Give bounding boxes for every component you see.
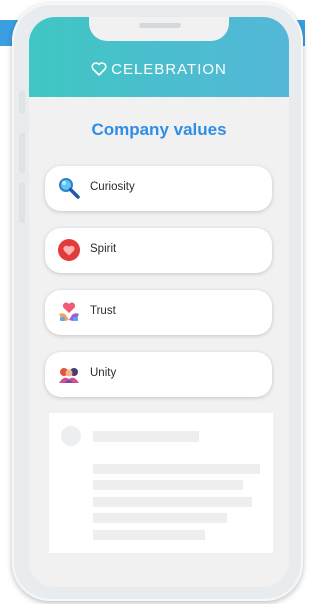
magnifier-icon [59,178,80,199]
value-card-trust[interactable]: Trust [45,290,272,335]
heart-outline-icon [91,62,107,76]
placeholder-line [93,530,205,540]
placeholder-line [93,513,227,523]
app-header: CELEBRATION [29,17,289,97]
phone-notch [89,17,229,41]
phone-side-button [19,183,25,223]
phone-speaker [139,23,181,28]
content-placeholder-panel [49,413,273,553]
heart-icon [58,239,80,261]
value-label: Trust [90,305,116,317]
value-card-curiosity[interactable]: Curiosity [45,166,272,211]
value-card-spirit[interactable]: Spirit [45,228,272,273]
brand-logo: CELEBRATION [29,61,289,78]
value-label: Spirit [90,243,117,255]
brand-name: CELEBRATION [111,61,227,78]
placeholder-line [93,464,260,474]
placeholder-avatar [61,426,81,446]
phone-side-button [19,91,25,113]
phone-screen: CELEBRATION Company values Curiosity Spi… [29,17,289,587]
value-label: Curiosity [90,181,135,193]
placeholder-line [93,497,252,507]
phone-side-button [19,133,25,173]
hands-heart-icon [59,302,79,321]
placeholder-line [93,480,243,490]
value-label: Unity [90,367,117,379]
placeholder-line [93,431,199,442]
page-title: Company values [91,120,227,139]
people-icon [59,368,79,383]
value-card-unity[interactable]: Unity [45,352,272,397]
